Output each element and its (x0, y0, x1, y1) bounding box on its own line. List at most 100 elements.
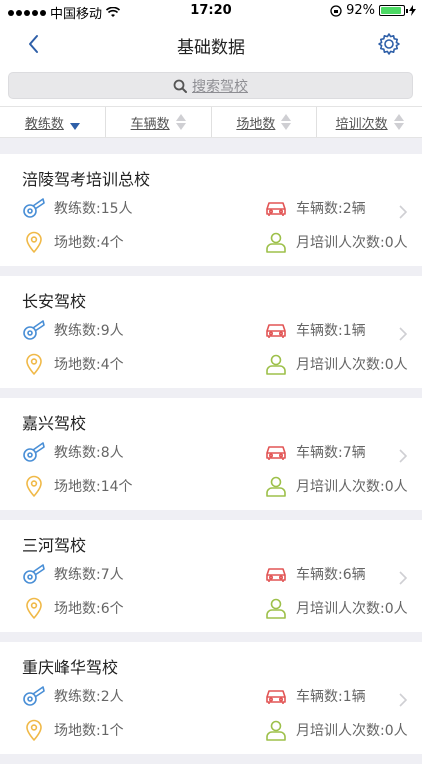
coach-count: 教练数:8人 (54, 445, 124, 461)
training-count: 月培训人次数:0人 (296, 723, 408, 739)
whistle-icon (23, 442, 45, 462)
person-icon (266, 720, 286, 741)
site-stat: 场地数:1个 (22, 718, 124, 742)
sort-tab-vehicles[interactable]: 车辆数 (106, 107, 212, 137)
sort-arrows-icon (393, 114, 404, 130)
site-stat: 场地数:6个 (22, 596, 124, 620)
school-name: 重庆峰华驾校 (22, 658, 119, 677)
search-icon (173, 79, 187, 93)
location-pin-icon (26, 597, 42, 619)
coach-stat: 教练数:9人 (22, 318, 124, 342)
search-placeholder: 搜索驾校 (192, 78, 248, 95)
whistle-icon (23, 564, 45, 584)
site-count: 场地数:4个 (54, 357, 124, 373)
vehicle-count: 车辆数:6辆 (296, 567, 366, 583)
school-name: 涪陵驾考培训总校 (22, 170, 151, 189)
training-stat: 月培训人次数:0人 (264, 230, 408, 254)
person-icon (266, 354, 286, 375)
sort-tab-sites[interactable]: 场地数 (212, 107, 318, 137)
location-pin-icon (26, 475, 42, 497)
vehicle-count: 车辆数:2辆 (296, 201, 366, 217)
whistle-icon (23, 320, 45, 340)
training-count: 月培训人次数:0人 (296, 357, 408, 373)
school-card[interactable]: 三河驾校 教练数:7人 车辆数:6辆 场地数:6个 月培训人次数:0人 (0, 520, 422, 632)
training-count: 月培训人次数:0人 (296, 235, 408, 251)
battery-percent: 92% (346, 3, 375, 18)
training-stat: 月培训人次数:0人 (264, 718, 408, 742)
training-stat: 月培训人次数:0人 (264, 474, 408, 498)
chevron-right-icon (399, 571, 408, 585)
training-stat: 月培训人次数:0人 (264, 596, 408, 620)
vehicle-stat: 车辆数:7辆 (264, 440, 366, 464)
car-icon (266, 202, 286, 216)
school-name: 三河驾校 (22, 536, 87, 555)
gear-icon[interactable] (376, 31, 402, 57)
location-pin-icon (26, 353, 42, 375)
search-bar: 搜索驾校 (0, 66, 422, 106)
sort-tab-label: 车辆数 (130, 116, 170, 132)
location-pin-icon (26, 719, 42, 741)
sort-arrows-icon (175, 114, 186, 130)
car-icon (266, 690, 286, 704)
school-name: 嘉兴驾校 (22, 414, 87, 433)
vehicle-stat: 车辆数:1辆 (264, 318, 366, 342)
battery-icon (379, 5, 408, 16)
training-count: 月培训人次数:0人 (296, 479, 408, 495)
charging-icon (409, 5, 416, 16)
location-pin-icon (26, 231, 42, 253)
chevron-right-icon (399, 449, 408, 463)
school-card[interactable]: 重庆峰华驾校 教练数:2人 车辆数:1辆 场地数:1个 月培训人次数:0人 (0, 642, 422, 754)
search-input[interactable]: 搜索驾校 (8, 72, 413, 99)
car-icon (266, 324, 286, 338)
vehicle-stat: 车辆数:2辆 (264, 196, 366, 220)
school-list: 涪陵驾考培训总校 教练数:15人 车辆数:2辆 场地数:4个 月培训人次数:0人… (0, 154, 422, 764)
person-icon (266, 232, 286, 253)
coach-stat: 教练数:8人 (22, 440, 124, 464)
sort-tab-training[interactable]: 培训次数 (317, 107, 422, 137)
site-stat: 场地数:4个 (22, 230, 124, 254)
chevron-right-icon (399, 327, 408, 341)
coach-stat: 教练数:7人 (22, 562, 124, 586)
vehicle-count: 车辆数:1辆 (296, 689, 366, 705)
site-count: 场地数:14个 (54, 479, 133, 495)
coach-stat: 教练数:15人 (22, 196, 133, 220)
site-stat: 场地数:14个 (22, 474, 133, 498)
sort-bar: 教练数 车辆数 场地数 培训次数 (0, 106, 422, 138)
page-title: 基础数据 (177, 38, 245, 58)
status-right: 92% (330, 3, 416, 18)
school-card[interactable]: 嘉兴驾校 教练数:8人 车辆数:7辆 场地数:14个 月培训人次数:0人 (0, 398, 422, 510)
vehicle-stat: 车辆数:1辆 (264, 684, 366, 708)
vehicle-count: 车辆数:7辆 (296, 445, 366, 461)
sort-arrows-icon (281, 114, 292, 130)
car-icon (266, 568, 286, 582)
coach-count: 教练数:15人 (54, 201, 133, 217)
school-name: 长安驾校 (22, 292, 87, 311)
training-count: 月培训人次数:0人 (296, 601, 408, 617)
site-count: 场地数:6个 (54, 601, 124, 617)
site-stat: 场地数:4个 (22, 352, 124, 376)
status-bar: 中国移动 17:20 92% (0, 0, 422, 22)
vehicle-stat: 车辆数:6辆 (264, 562, 366, 586)
person-icon (266, 476, 286, 497)
coach-stat: 教练数:2人 (22, 684, 124, 708)
site-count: 场地数:4个 (54, 235, 124, 251)
sort-tab-label: 场地数 (236, 116, 276, 132)
school-card[interactable]: 长安驾校 教练数:9人 车辆数:1辆 场地数:4个 月培训人次数:0人 (0, 276, 422, 388)
training-stat: 月培训人次数:0人 (264, 352, 408, 376)
coach-count: 教练数:9人 (54, 323, 124, 339)
whistle-icon (23, 686, 45, 706)
sort-tab-coaches[interactable]: 教练数 (0, 107, 106, 137)
vehicle-count: 车辆数:1辆 (296, 323, 366, 339)
site-count: 场地数:1个 (54, 723, 124, 739)
chevron-right-icon (399, 693, 408, 707)
school-card[interactable]: 涪陵驾考培训总校 教练数:15人 车辆数:2辆 场地数:4个 月培训人次数:0人 (0, 154, 422, 266)
coach-count: 教练数:7人 (54, 567, 124, 583)
person-icon (266, 598, 286, 619)
car-icon (266, 446, 286, 460)
nav-bar: 基础数据 (0, 22, 422, 66)
chevron-right-icon (399, 205, 408, 219)
whistle-icon (23, 198, 45, 218)
sort-tab-label: 培训次数 (335, 116, 388, 132)
sort-desc-icon (69, 114, 80, 130)
sort-tab-label: 教练数 (24, 116, 64, 132)
